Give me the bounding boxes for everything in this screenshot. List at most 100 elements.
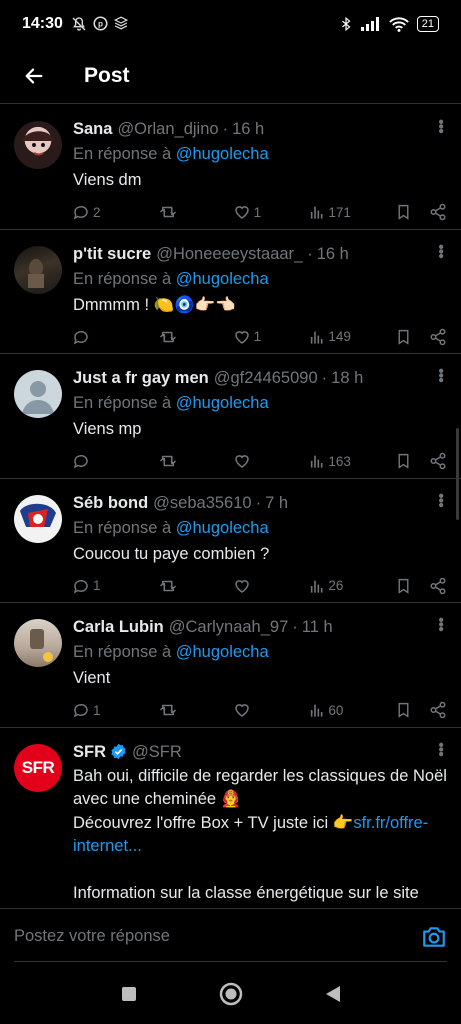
like-button[interactable]: 1	[233, 328, 310, 346]
comment-icon	[73, 330, 88, 344]
views-button[interactable]: 149	[309, 329, 395, 345]
layers-icon	[113, 16, 128, 30]
battery-icon: 21	[416, 16, 439, 32]
bookmark-button[interactable]	[395, 203, 429, 221]
like-button[interactable]	[233, 577, 310, 595]
author-handle[interactable]: @SFR	[132, 741, 182, 763]
separator-dot: ·	[292, 618, 298, 636]
share-button[interactable]	[429, 701, 447, 719]
system-navbar	[0, 964, 461, 1024]
reply-button[interactable]: 1	[72, 701, 158, 719]
reply-button[interactable]: 2	[72, 203, 158, 221]
retweet-button[interactable]	[158, 203, 233, 221]
like-button[interactable]: 1	[233, 203, 310, 221]
mention-link[interactable]: @hugolecha	[176, 519, 269, 537]
action-bar: 1 60	[72, 698, 447, 722]
more-options-icon[interactable]: •••	[432, 742, 449, 756]
mention-link[interactable]: @hugolecha	[176, 270, 269, 288]
reply-prefix: En réponse à	[73, 643, 172, 661]
views-icon	[311, 704, 323, 717]
home-button[interactable]	[218, 981, 244, 1007]
timestamp[interactable]: 16 h	[317, 243, 349, 265]
replies-feed[interactable]: Sana @Orlan_djino · 16 h En réponse à @h…	[0, 105, 461, 908]
reply-text: Dmmmm ! 🍋🧿👉🏻👈🏻	[73, 295, 236, 314]
avatar[interactable]	[14, 245, 62, 294]
author-name[interactable]: p'tit sucre	[73, 243, 151, 265]
reply-item[interactable]: Séb bond @seba35610 · 7 h En réponse à @…	[0, 479, 461, 603]
like-button[interactable]	[233, 452, 310, 470]
bookmark-button[interactable]	[395, 452, 429, 470]
promoted-post[interactable]: SFR SFR @SFR Bah oui, difficile de regar…	[0, 728, 461, 908]
share-button[interactable]	[429, 203, 447, 221]
signal-icon	[360, 17, 379, 31]
promo-line-2-text: Découvrez l'offre Box + TV juste ici 👉	[73, 813, 354, 832]
reply-item[interactable]: p'tit sucre @Honeeeeystaaar_ · 16 h En r…	[0, 230, 461, 354]
avatar[interactable]	[14, 370, 62, 418]
retweet-button[interactable]	[158, 452, 233, 470]
share-icon	[430, 701, 446, 719]
author-name[interactable]: Séb bond	[73, 492, 148, 514]
author-handle[interactable]: @Carlynaah_97	[169, 616, 289, 638]
mention-link[interactable]: @hugolecha	[176, 643, 269, 661]
retweet-icon	[159, 331, 176, 342]
retweet-button[interactable]	[158, 328, 233, 346]
scrollbar[interactable]	[456, 428, 459, 520]
share-button[interactable]	[429, 452, 447, 470]
recents-button[interactable]	[116, 981, 142, 1007]
reply-button[interactable]: 1	[72, 577, 158, 595]
like-button[interactable]	[233, 701, 310, 719]
retweet-button[interactable]	[158, 577, 233, 595]
author-handle[interactable]: @Honeeeeystaaar_	[156, 243, 303, 265]
bookmark-icon	[398, 578, 409, 594]
author-name[interactable]: Just a fr gay men	[73, 367, 209, 389]
retweet-icon	[159, 580, 176, 591]
reply-item[interactable]: Just a fr gay men @gf24465090 · 18 h En …	[0, 354, 461, 479]
mention-link[interactable]: @hugolecha	[176, 145, 269, 163]
reply-text: Viens mp	[73, 420, 142, 438]
author-handle[interactable]: @gf24465090	[214, 367, 318, 389]
views-count: 149	[328, 329, 351, 344]
more-options-icon[interactable]: •••	[432, 617, 449, 631]
timestamp[interactable]: 11 h	[302, 616, 333, 638]
views-button[interactable]: 163	[309, 453, 395, 469]
author-handle[interactable]: @Orlan_djino	[117, 118, 218, 140]
sfr-logo[interactable]: SFR	[14, 743, 62, 792]
more-options-icon[interactable]: •••	[432, 493, 449, 507]
share-button[interactable]	[429, 577, 447, 595]
back-button[interactable]	[10, 52, 58, 100]
timestamp[interactable]: 16 h	[232, 118, 264, 140]
author-handle[interactable]: @seba35610	[153, 492, 251, 514]
mute-icon	[72, 17, 86, 31]
more-options-icon[interactable]: •••	[432, 119, 449, 133]
mention-link[interactable]: @hugolecha	[176, 394, 269, 412]
share-button[interactable]	[429, 328, 447, 346]
bookmark-button[interactable]	[395, 328, 429, 346]
reply-input[interactable]: Postez votre réponse	[14, 927, 421, 946]
reply-button[interactable]	[72, 328, 158, 346]
author-name[interactable]: SFR	[73, 741, 106, 763]
timestamp[interactable]: 18 h	[331, 367, 363, 389]
like-count: 1	[253, 204, 262, 220]
views-button[interactable]: 60	[309, 702, 395, 718]
timestamp[interactable]: 7 h	[265, 492, 288, 514]
separator-dot: ·	[222, 120, 229, 138]
views-button[interactable]: 171	[309, 204, 395, 220]
reply-item[interactable]: Carla Lubin @Carlynaah_97 · 11 h En répo…	[0, 603, 461, 728]
back-nav-button[interactable]	[320, 981, 346, 1007]
views-button[interactable]: 26	[309, 578, 395, 594]
bookmark-button[interactable]	[395, 701, 429, 719]
bookmark-button[interactable]	[395, 577, 429, 595]
reply-button[interactable]	[72, 452, 158, 470]
author-name[interactable]: Sana	[73, 118, 112, 140]
retweet-button[interactable]	[158, 701, 233, 719]
author-name[interactable]: Carla Lubin	[73, 616, 164, 638]
avatar[interactable]	[14, 619, 62, 667]
camera-icon[interactable]	[421, 924, 447, 950]
avatar[interactable]	[14, 494, 62, 543]
verified-badge-icon	[111, 743, 126, 760]
more-options-icon[interactable]: •••	[432, 368, 449, 382]
header: Post	[0, 48, 461, 104]
reply-item[interactable]: Sana @Orlan_djino · 16 h En réponse à @h…	[0, 105, 461, 230]
avatar[interactable]	[14, 121, 62, 169]
more-options-icon[interactable]: •••	[432, 244, 449, 258]
